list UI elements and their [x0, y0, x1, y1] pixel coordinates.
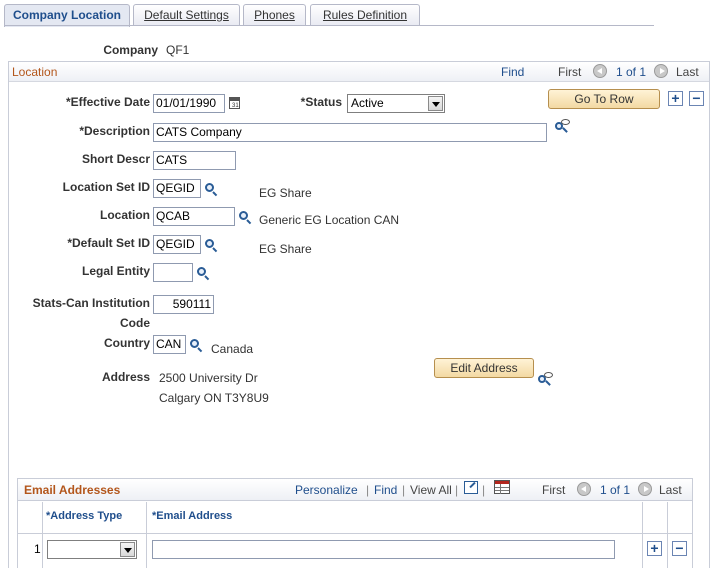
email-first-label: First — [542, 483, 566, 497]
translate-icon[interactable] — [555, 119, 571, 135]
personalize-link[interactable]: Personalize — [295, 483, 358, 497]
short-descr-input[interactable]: CATS — [153, 151, 236, 170]
location-set-id-label: Location Set ID — [62, 180, 150, 194]
download-grid-icon[interactable] — [494, 480, 510, 494]
address-line2: Calgary ON T3Y8U9 — [159, 391, 269, 405]
location-next-icon[interactable] — [654, 64, 668, 78]
search-icon[interactable] — [238, 210, 252, 225]
search-icon[interactable] — [189, 338, 203, 353]
location-input[interactable]: QCAB — [153, 207, 235, 226]
delete-email-row-icon[interactable]: − — [672, 541, 687, 556]
location-set-id-input[interactable]: QEGID — [153, 179, 201, 198]
email-find-link[interactable]: Find — [374, 483, 397, 497]
status-label: *Status — [300, 95, 342, 109]
default-set-id-input[interactable]: QEGID — [153, 235, 201, 254]
add-row-icon[interactable]: + — [668, 91, 683, 106]
location-prev-icon[interactable] — [593, 64, 607, 78]
translate-icon[interactable] — [538, 372, 554, 388]
country-label: Country — [104, 336, 150, 350]
search-icon[interactable] — [196, 266, 210, 281]
grid-col-divider — [42, 502, 43, 568]
email-address-input[interactable] — [152, 540, 615, 559]
add-email-row-icon[interactable]: + — [647, 541, 662, 556]
search-icon[interactable] — [204, 182, 218, 197]
short-descr-label: Short Descr — [81, 152, 150, 166]
tab-company-location[interactable]: Company Location — [4, 4, 130, 27]
location-find-link[interactable]: Find — [501, 65, 524, 79]
company-value: QF1 — [166, 43, 190, 57]
tab-underline — [4, 25, 654, 26]
status-select[interactable]: Active — [347, 94, 445, 113]
effective-date-input[interactable]: 01/01/1990 — [153, 94, 225, 113]
search-icon[interactable] — [204, 238, 218, 253]
location-set-id-desc: EG Share — [259, 186, 312, 200]
edit-address-button[interactable]: Edit Address — [434, 358, 534, 378]
new-window-icon[interactable] — [464, 481, 478, 494]
tab-rules-definition[interactable]: Rules Definition — [310, 4, 420, 26]
email-section-title: Email Addresses — [24, 483, 121, 497]
col-address-type-header[interactable]: *Address Type — [46, 510, 122, 522]
location-count: 1 of 1 — [616, 65, 647, 79]
effective-date-label: *Effective Date — [65, 95, 150, 109]
status-value: Active — [351, 96, 384, 110]
stats-can-input[interactable]: 590111 — [153, 295, 214, 314]
stats-can-label: Stats-Can Institution — [32, 296, 150, 310]
location-label: Location — [100, 208, 150, 222]
col-email-header[interactable]: *Email Address — [152, 510, 232, 522]
separator: | — [482, 483, 486, 497]
calendar-icon[interactable]: 31 — [229, 97, 240, 109]
stats-can-label-line2: Code — [120, 316, 150, 330]
description-label: *Description — [79, 124, 150, 138]
tab-phones[interactable]: Phones — [243, 4, 306, 26]
email-next-icon[interactable] — [638, 482, 652, 496]
description-input[interactable]: CATS Company — [153, 123, 547, 142]
legal-entity-input[interactable] — [153, 263, 193, 282]
email-last-label: Last — [659, 483, 682, 497]
default-set-id-label: *Default Set ID — [67, 236, 150, 250]
separator: | — [455, 483, 459, 497]
address-type-select[interactable] — [47, 540, 137, 559]
location-section-title: Location — [12, 65, 58, 79]
address-label: Address — [101, 370, 150, 384]
location-first-label: First — [558, 65, 582, 79]
view-all-link[interactable]: View All — [410, 483, 452, 497]
chevron-down-icon[interactable] — [120, 542, 135, 557]
delete-row-icon[interactable]: − — [689, 91, 704, 106]
country-desc: Canada — [211, 342, 254, 356]
country-input[interactable]: CAN — [153, 335, 186, 354]
row-number: 1 — [34, 542, 41, 556]
chevron-down-icon[interactable] — [428, 96, 443, 111]
separator: | — [402, 483, 406, 497]
tab-default-settings[interactable]: Default Settings — [133, 4, 240, 26]
grid-col-divider — [146, 502, 147, 568]
address-line1: 2500 University Dr — [159, 371, 258, 385]
company-label: Company — [103, 43, 158, 57]
location-last-label: Last — [676, 65, 699, 79]
go-to-row-button[interactable]: Go To Row — [548, 89, 660, 109]
grid-col-divider — [667, 502, 668, 568]
email-count: 1 of 1 — [600, 483, 631, 497]
legal-entity-label: Legal Entity — [81, 264, 150, 278]
default-set-id-desc: EG Share — [259, 242, 312, 256]
separator: | — [366, 483, 370, 497]
grid-col-divider — [642, 502, 643, 568]
location-desc: Generic EG Location CAN — [259, 213, 400, 227]
email-prev-icon[interactable] — [577, 482, 591, 496]
